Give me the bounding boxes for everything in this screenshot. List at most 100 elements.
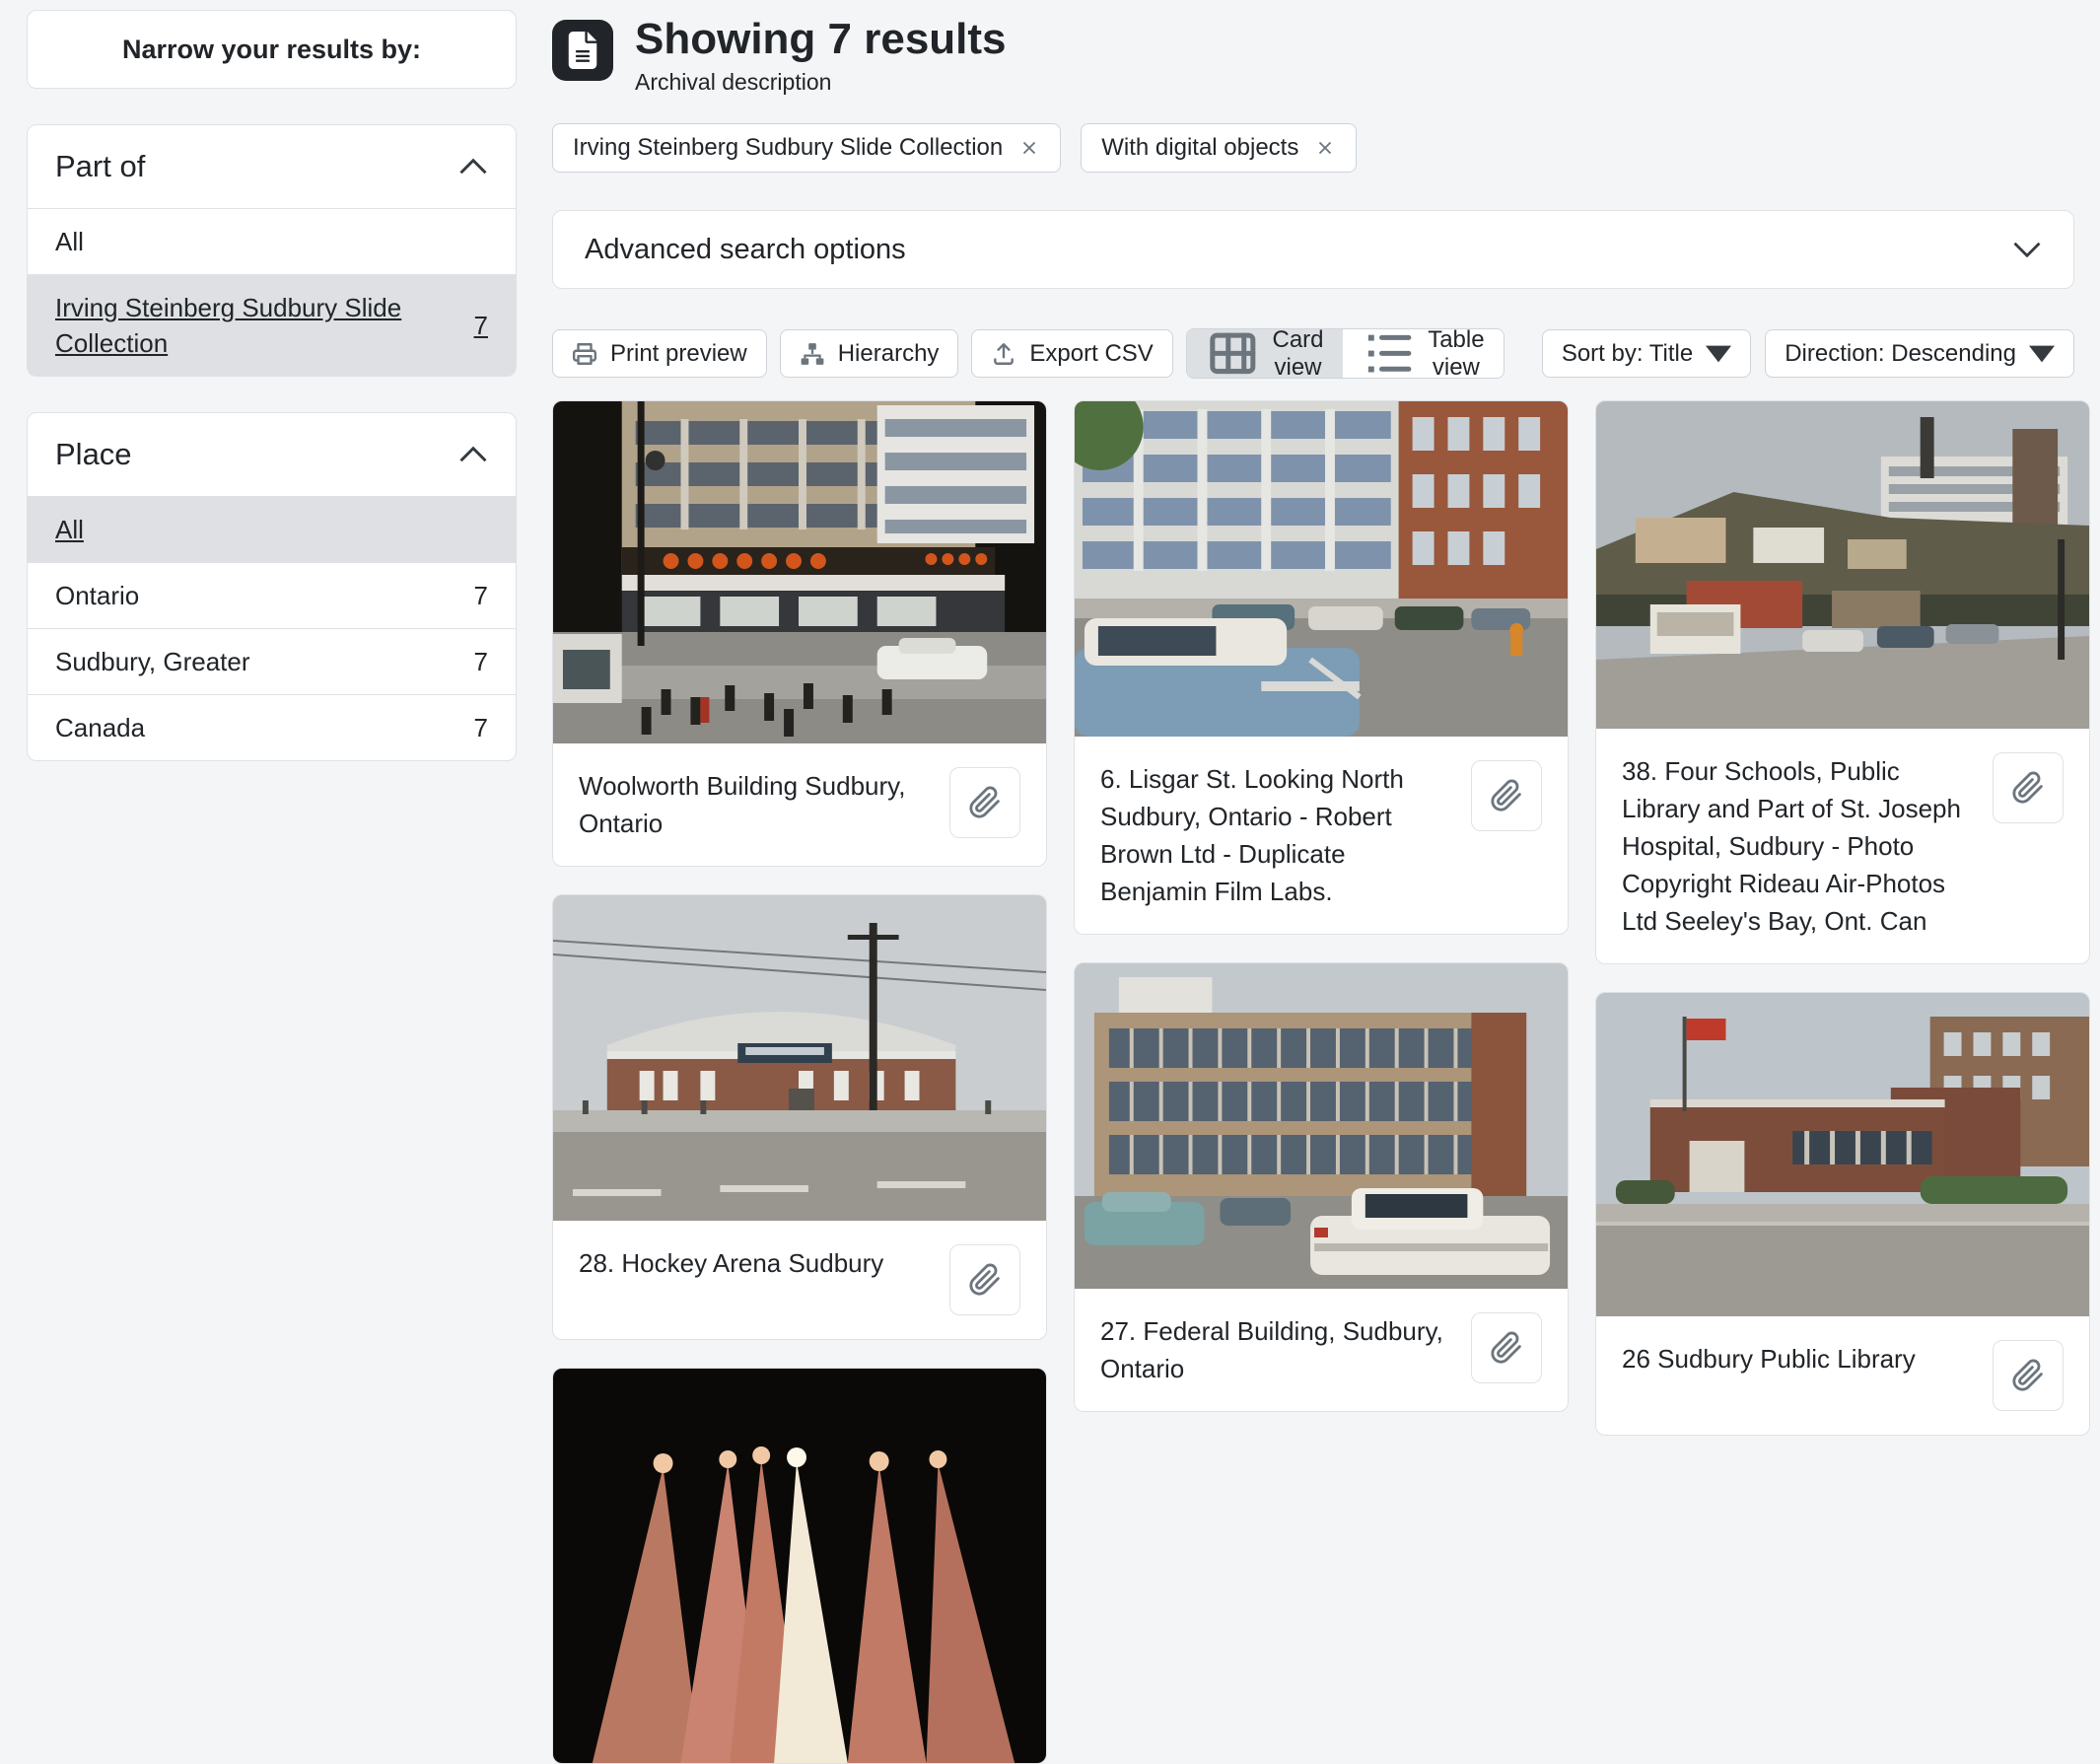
filter-tag-collection: Irving Steinberg Sudbury Slide Collectio… bbox=[552, 123, 1061, 173]
card-caption: 6. Lisgar St. Looking North Sudbury, Ont… bbox=[1075, 737, 1568, 934]
chevron-down-icon bbox=[2012, 241, 2042, 258]
direction-dropdown[interactable]: Direction: Descending bbox=[1765, 329, 2074, 378]
printer-icon bbox=[572, 341, 597, 367]
card-caption: 38. Four Schools, Public Library and Par… bbox=[1596, 729, 2089, 963]
view-switcher: Card view Table view bbox=[1186, 328, 1505, 379]
page-subtitle: Archival description bbox=[635, 69, 1007, 96]
paperclip-icon bbox=[968, 1263, 1002, 1297]
result-title[interactable]: 27. Federal Building, Sudbury, Ontario bbox=[1100, 1312, 1453, 1387]
facet-place-all[interactable]: All bbox=[28, 496, 516, 562]
x-icon[interactable] bbox=[1314, 137, 1336, 159]
facet-part-of-header[interactable]: Part of bbox=[28, 125, 516, 208]
result-thumbnail[interactable] bbox=[553, 1369, 1046, 1763]
result-thumbnail[interactable] bbox=[1596, 993, 2089, 1316]
photo-hockey-arena bbox=[553, 895, 1046, 1221]
attachment-button[interactable] bbox=[1993, 752, 2064, 823]
facet-count: 7 bbox=[474, 644, 488, 679]
attachment-button[interactable] bbox=[1471, 1312, 1542, 1383]
result-card-lisgar: 6. Lisgar St. Looking North Sudbury, Ont… bbox=[1074, 400, 1569, 935]
facet-place-header[interactable]: Place bbox=[28, 413, 516, 496]
upload-icon bbox=[991, 341, 1016, 367]
attachment-button[interactable] bbox=[949, 1244, 1020, 1315]
facet-count: 7 bbox=[474, 578, 488, 613]
photo-night-slag-pour bbox=[553, 1369, 1046, 1763]
x-icon[interactable] bbox=[1018, 137, 1040, 159]
chevron-up-icon bbox=[458, 158, 488, 176]
facet-place-canada[interactable]: Canada 7 bbox=[28, 694, 516, 760]
export-csv-button[interactable]: Export CSV bbox=[971, 329, 1172, 378]
facet-count: 7 bbox=[474, 308, 488, 343]
list-icon bbox=[1362, 328, 1416, 379]
photo-four-schools-hillside bbox=[1596, 401, 2089, 729]
card-caption: 28. Hockey Arena Sudbury bbox=[553, 1221, 1046, 1339]
facet-part-of: Part of All Irving Steinberg Sudbury Sli… bbox=[27, 124, 517, 377]
facet-count: 7 bbox=[474, 710, 488, 745]
paperclip-icon bbox=[2011, 1359, 2045, 1392]
advanced-search-toggle[interactable]: Advanced search options bbox=[552, 210, 2074, 289]
facet-place-sudbury-greater[interactable]: Sudbury, Greater 7 bbox=[28, 628, 516, 694]
file-lines-icon bbox=[552, 20, 613, 81]
paperclip-icon bbox=[1490, 1331, 1523, 1365]
hierarchy-button[interactable]: Hierarchy bbox=[780, 329, 959, 378]
facet-part-of-title: Part of bbox=[55, 149, 145, 184]
result-card-night-pour bbox=[552, 1368, 1047, 1764]
narrow-results-label: Narrow your results by: bbox=[122, 35, 421, 65]
page-header-text: Showing 7 results Archival description bbox=[635, 14, 1007, 96]
result-title[interactable]: Woolworth Building Sudbury, Ontario bbox=[579, 767, 932, 842]
grid-column: Woolworth Building Sudbury, Ontario bbox=[552, 400, 1047, 1764]
photo-federal-building bbox=[1075, 963, 1568, 1289]
print-preview-button[interactable]: Print preview bbox=[552, 329, 767, 378]
result-card-federal-building: 27. Federal Building, Sudbury, Ontario bbox=[1074, 962, 1569, 1412]
paperclip-icon bbox=[2011, 771, 2045, 805]
filter-tag-label: Irving Steinberg Sudbury Slide Collectio… bbox=[573, 134, 1003, 162]
grid-column: 6. Lisgar St. Looking North Sudbury, Ont… bbox=[1074, 400, 1569, 1412]
table-view-button[interactable]: Table view bbox=[1343, 329, 1504, 378]
facet-place: Place All Ontario 7 Sudbury, Greater 7 C… bbox=[27, 412, 517, 761]
results-main: Showing 7 results Archival description I… bbox=[552, 14, 2074, 1528]
chevron-up-icon bbox=[458, 446, 488, 463]
grid-column: 38. Four Schools, Public Library and Par… bbox=[1595, 400, 2090, 1436]
result-thumbnail[interactable] bbox=[553, 895, 1046, 1221]
sort-by-dropdown[interactable]: Sort by: Title bbox=[1542, 329, 1751, 378]
caret-down-icon bbox=[1706, 341, 1731, 367]
facet-part-of-all[interactable]: All bbox=[28, 208, 516, 274]
photo-sudbury-public-library bbox=[1596, 993, 2089, 1316]
advanced-search-label: Advanced search options bbox=[585, 234, 906, 266]
result-card-four-schools: 38. Four Schools, Public Library and Par… bbox=[1595, 400, 2090, 964]
facet-part-of-irving-steinberg[interactable]: Irving Steinberg Sudbury Slide Collectio… bbox=[28, 274, 516, 376]
result-thumbnail[interactable] bbox=[553, 401, 1046, 743]
sort-controls: Sort by: Title Direction: Descending bbox=[1542, 329, 2074, 378]
result-title[interactable]: 6. Lisgar St. Looking North Sudbury, Ont… bbox=[1100, 760, 1453, 910]
card-caption: 26 Sudbury Public Library bbox=[1596, 1316, 2089, 1435]
sitemap-icon bbox=[800, 341, 825, 367]
result-card-hockey-arena: 28. Hockey Arena Sudbury bbox=[552, 894, 1047, 1340]
filter-tag-label: With digital objects bbox=[1101, 134, 1298, 162]
attachment-button[interactable] bbox=[1993, 1340, 2064, 1411]
result-title[interactable]: 38. Four Schools, Public Library and Par… bbox=[1622, 752, 1975, 940]
grid-icon bbox=[1206, 328, 1260, 379]
result-thumbnail[interactable] bbox=[1596, 401, 2089, 729]
caret-down-icon bbox=[2029, 341, 2055, 367]
result-card-woolworth: Woolworth Building Sudbury, Ontario bbox=[552, 400, 1047, 867]
paperclip-icon bbox=[968, 786, 1002, 819]
filter-tag-digital-objects: With digital objects bbox=[1081, 123, 1357, 173]
result-thumbnail[interactable] bbox=[1075, 963, 1568, 1289]
attachment-button[interactable] bbox=[1471, 760, 1542, 831]
page-title: Showing 7 results bbox=[635, 14, 1007, 65]
results-toolbar: Print preview Hierarchy Export CSV Card … bbox=[552, 328, 2074, 379]
card-view-button[interactable]: Card view bbox=[1187, 329, 1343, 378]
result-thumbnail[interactable] bbox=[1075, 401, 1568, 737]
page-header: Showing 7 results Archival description bbox=[552, 14, 2074, 96]
facet-sidebar: Narrow your results by: Part of All Irvi… bbox=[27, 10, 517, 1528]
facet-place-ontario[interactable]: Ontario 7 bbox=[28, 562, 516, 628]
results-grid: Woolworth Building Sudbury, Ontario bbox=[552, 400, 2074, 1764]
result-title[interactable]: 28. Hockey Arena Sudbury bbox=[579, 1244, 932, 1282]
narrow-results-heading: Narrow your results by: bbox=[27, 10, 517, 89]
photo-lisgar-street bbox=[1075, 401, 1568, 737]
facet-place-title: Place bbox=[55, 437, 132, 472]
active-filter-tags: Irving Steinberg Sudbury Slide Collectio… bbox=[552, 123, 2074, 173]
attachment-button[interactable] bbox=[949, 767, 1020, 838]
card-caption: Woolworth Building Sudbury, Ontario bbox=[553, 743, 1046, 866]
result-title[interactable]: 26 Sudbury Public Library bbox=[1622, 1340, 1975, 1377]
photo-woolworth-street-scene bbox=[553, 401, 1046, 743]
